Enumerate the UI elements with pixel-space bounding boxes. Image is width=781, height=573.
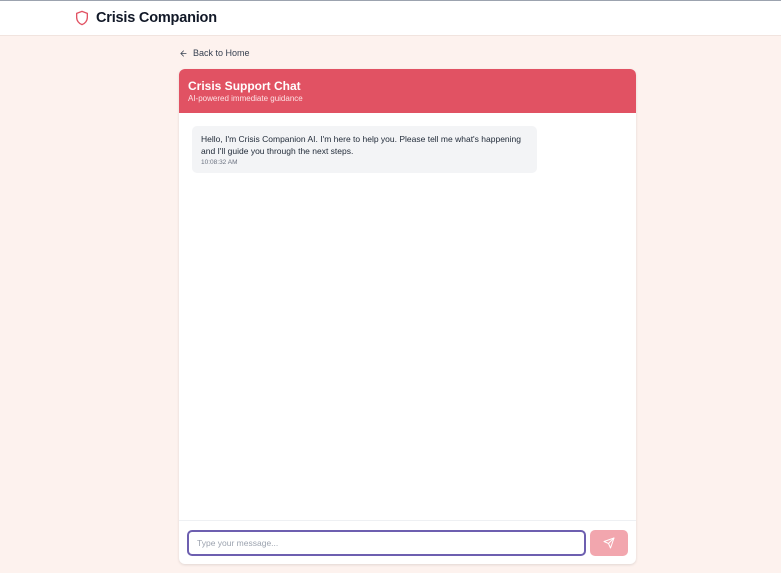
top-navbar: Crisis Companion xyxy=(0,0,781,36)
chat-panel: Crisis Support Chat AI-powered immediate… xyxy=(179,69,636,564)
message-list[interactable]: Hello, I'm Crisis Companion AI. I'm here… xyxy=(179,113,636,520)
message-timestamp: 10:08:32 AM xyxy=(201,159,238,166)
assistant-message: Hello, I'm Crisis Companion AI. I'm here… xyxy=(192,126,537,173)
chat-title: Crisis Support Chat xyxy=(188,79,301,93)
send-icon xyxy=(603,537,615,549)
brand-name: Crisis Companion xyxy=(96,10,217,26)
chat-header: Crisis Support Chat AI-powered immediate… xyxy=(179,69,636,113)
shield-icon xyxy=(76,10,88,26)
message-text: Hello, I'm Crisis Companion AI. I'm here… xyxy=(201,134,521,156)
back-to-home-link[interactable]: Back to Home xyxy=(179,48,250,58)
send-button[interactable] xyxy=(590,530,628,556)
brand[interactable]: Crisis Companion xyxy=(74,9,217,27)
back-link-label: Back to Home xyxy=(193,48,250,58)
arrow-left-icon xyxy=(180,49,187,57)
message-input[interactable] xyxy=(187,530,586,556)
message-composer xyxy=(179,520,636,564)
chat-subtitle: AI-powered immediate guidance xyxy=(188,94,303,103)
